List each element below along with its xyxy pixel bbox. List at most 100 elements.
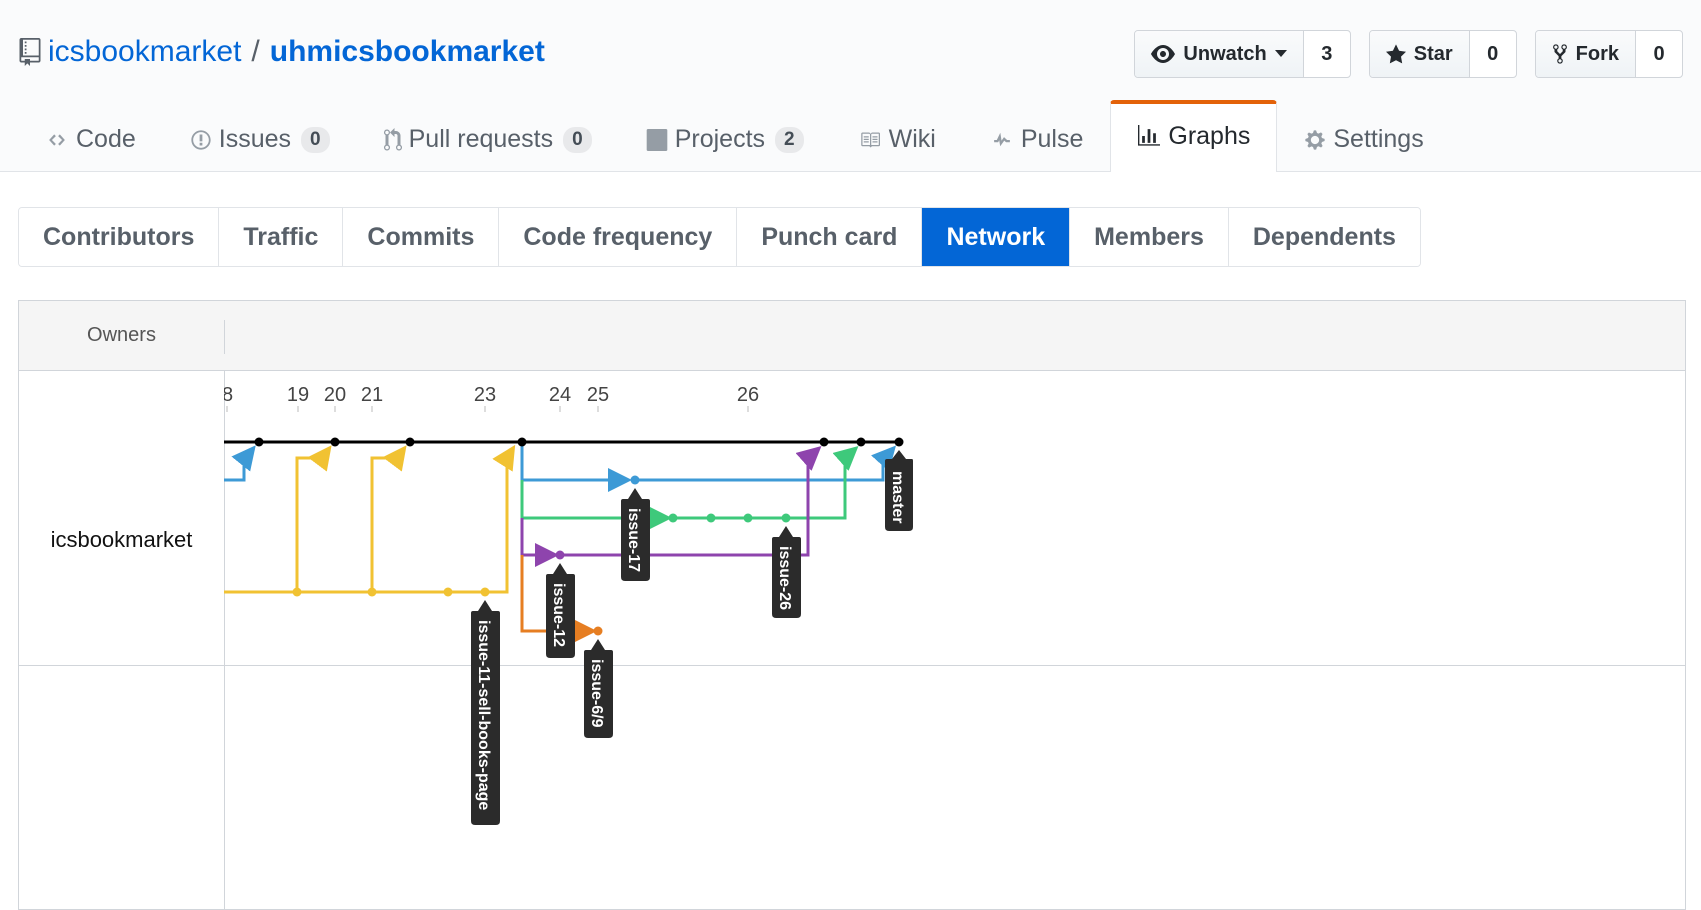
issue-12-commit[interactable] [555,550,565,560]
tab-issues-label: Issues [218,125,292,153]
tab-graphs-label: Graphs [1168,121,1251,150]
branch-label-master[interactable]: master [885,450,913,531]
issue-26-commit-4[interactable] [781,513,791,523]
date-label-19: 19 [287,384,309,406]
tab-pull-requests[interactable]: Pull requests 0 [357,106,619,172]
tab-issues[interactable]: Issues 0 [163,106,357,172]
book-icon [860,132,880,147]
fork-button[interactable]: Fork [1535,31,1636,77]
star-icon [1385,44,1406,64]
branch-label-issue-17[interactable]: issue-17 [621,488,650,581]
pulse-icon [993,132,1010,146]
pull-requests-count-badge: 0 [563,126,592,153]
repo-owner-link[interactable]: icsbookmarket [48,35,241,69]
header-divider [224,320,225,354]
eye-icon [1151,45,1176,63]
tab-code[interactable]: Code [18,106,163,172]
fork-label: Fork [1575,42,1619,65]
branch-label-issue-11-sell-books-page[interactable]: issue-11-sell-books-page [471,600,500,825]
tab-pulse-label: Pulse [1020,125,1084,153]
subnav-dependents[interactable]: Dependents [1228,208,1420,266]
early-blue-merge [224,445,256,482]
network-header: Owners [19,301,1685,371]
issue-17-branch-line [520,442,632,492]
tab-pulse[interactable]: Pulse [963,106,1111,172]
issue-17-to-master-line [636,445,897,482]
tab-settings[interactable]: Settings [1277,106,1450,172]
issue-11-merge-19 [295,445,332,592]
pull-request-icon [383,127,402,151]
star-group: Star 0 [1368,30,1517,78]
subnav-contributors[interactable]: Contributors [19,208,220,266]
master-commit-4[interactable] [517,437,527,447]
graphs-subnav: Contributors Traffic Commits Code freque… [18,207,1421,267]
subnav-traffic[interactable]: Traffic [219,208,344,266]
tab-settings-label: Settings [1333,125,1424,153]
watchers-count[interactable]: 3 [1304,31,1350,77]
issue-26-commit-1[interactable] [668,513,678,523]
issue-icon [191,129,211,150]
subnav-network[interactable]: Network [922,208,1071,266]
master-commit-6[interactable] [856,437,866,447]
branch-label-master-text: master [889,471,906,523]
repo-title: icsbookmarket / uhmicsbookmarket [18,32,545,72]
date-label-24: 24 [549,384,571,406]
branch-label-issue-26-text: issue-26 [776,546,793,610]
forks-count[interactable]: 0 [1636,31,1682,77]
fork-icon [1552,44,1567,64]
master-commit-1[interactable] [254,437,264,447]
star-label: Star [1413,42,1453,65]
branch-label-issue-6-9-text: issue-6/9 [588,659,605,728]
master-commit-7[interactable] [894,437,904,447]
subnav-members[interactable]: Members [1070,208,1229,266]
branch-label-issue-12[interactable]: issue-12 [546,563,575,658]
issues-count-badge: 0 [301,126,330,153]
network-graph[interactable]: 18 19 20 21 23 24 25 26 [224,370,1684,910]
issue-11-commit-3[interactable] [443,587,453,597]
issue-11-commit-2[interactable] [367,587,377,597]
commit-dots [254,437,904,636]
subnav-code-frequency[interactable]: Code frequency [499,208,738,266]
issue-17-commit[interactable] [630,475,640,485]
issue-26-commit-2[interactable] [706,513,716,523]
owner-name: icsbookmarket [50,527,193,552]
stargazers-count[interactable]: 0 [1470,31,1516,77]
unwatch-label: Unwatch [1183,42,1267,65]
projects-count-badge: 2 [775,126,804,153]
issue-26-merge-line [673,446,859,520]
repo-header: icsbookmarket / uhmicsbookmarket Unwatch… [0,0,1701,172]
date-axis: 18 19 20 21 23 24 25 26 [224,384,759,412]
subnav-punch-card[interactable]: Punch card [737,208,923,266]
tab-wiki[interactable]: Wiki [831,106,963,172]
branch-label-issue-26[interactable]: issue-26 [772,526,801,618]
network-graph-panel[interactable]: Owners icsbookmarket 18 19 20 21 23 24 2… [18,300,1686,910]
issue-26-commit-3[interactable] [743,513,753,523]
fork-group: Fork 0 [1534,30,1683,78]
repo-name-link[interactable]: uhmicsbookmarket [270,35,545,69]
gear-icon [1305,129,1325,150]
issue-11-merge-21 [370,445,407,592]
master-commit-2[interactable] [330,437,340,447]
tab-graphs[interactable]: Graphs [1110,100,1278,172]
date-label-25: 25 [587,384,609,406]
branch-label-issue-17-text: issue-17 [625,508,642,572]
tab-projects[interactable]: Projects 2 [619,106,831,172]
branch-label-issue-12-text: issue-12 [550,583,567,647]
unwatch-button[interactable]: Unwatch [1135,31,1304,77]
code-icon [49,133,65,146]
issue-11-commit-4[interactable] [480,587,490,597]
issue-11-commit-1[interactable] [292,587,302,597]
issue-11-branch-line [224,444,516,594]
graph-icon [1138,125,1161,146]
tab-pull-requests-label: Pull requests [408,125,554,153]
branch-label-issue-11-sell-books-page-text: issue-11-sell-books-page [475,620,492,810]
subnav-commits[interactable]: Commits [343,208,500,266]
branch-label-issue-6-9[interactable]: issue-6/9 [584,639,613,738]
project-icon [646,128,668,151]
issue-12-branch-line [520,518,559,567]
star-button[interactable]: Star [1369,31,1470,77]
issue-6-9-commit[interactable] [593,626,603,636]
master-commit-5[interactable] [819,437,829,447]
master-commit-3[interactable] [405,437,415,447]
tab-code-label: Code [76,125,136,153]
